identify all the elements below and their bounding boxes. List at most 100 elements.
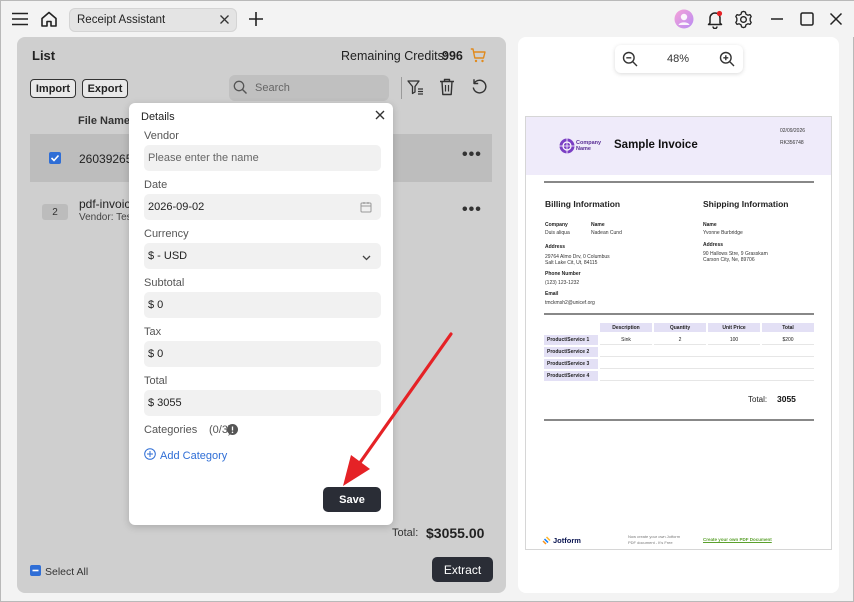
subtotal-label: Subtotal <box>144 277 185 289</box>
calendar-icon[interactable] <box>360 201 372 216</box>
subtotal-input[interactable]: $ 0 <box>144 292 381 318</box>
zoom-in-icon[interactable] <box>719 51 735 70</box>
row-checkbox-checked[interactable] <box>49 152 61 164</box>
minimize-icon[interactable] <box>767 9 787 29</box>
filter-icon[interactable] <box>407 79 424 99</box>
tab-receipt-assistant[interactable]: Receipt Assistant <box>69 8 237 32</box>
close-tab-icon[interactable] <box>219 14 230 28</box>
invoice-total-value: 3055 <box>777 394 796 404</box>
row-file-name: pdf-invoic <box>79 197 131 211</box>
list-total-value: $3055.00 <box>426 525 485 541</box>
import-button[interactable]: Import <box>30 79 76 98</box>
table-cell: 100 <box>708 335 760 345</box>
date-value: 2026-09-02 <box>148 201 205 213</box>
table-row-label: Product/Service 1 <box>544 335 598 345</box>
menu-icon[interactable] <box>10 10 30 28</box>
notification-bell-icon[interactable] <box>705 9 725 29</box>
table-row-label: Product/Service 2 <box>544 347 598 357</box>
toolbar-divider <box>401 77 402 99</box>
add-circle-icon[interactable] <box>144 448 156 463</box>
select-all-checkbox[interactable] <box>30 565 41 576</box>
billing-company-value: Duis aliqua <box>545 230 570 236</box>
zoom-control: 48% <box>615 45 743 73</box>
new-tab-icon[interactable] <box>247 10 265 28</box>
shipping-heading: Shipping Information <box>703 199 789 209</box>
extract-button[interactable]: Extract <box>432 557 493 582</box>
remaining-credits-value: 996 <box>442 49 463 63</box>
search-icon <box>233 80 248 98</box>
avatar[interactable] <box>674 9 694 29</box>
shipping-name-label: Name <box>703 222 717 228</box>
invoice-divider <box>544 181 814 183</box>
billing-heading: Billing Information <box>545 199 621 209</box>
gear-icon[interactable] <box>733 9 753 29</box>
search-input[interactable]: Search <box>229 75 389 101</box>
chevron-down-icon <box>362 252 371 264</box>
vendor-label: Vendor <box>144 130 179 142</box>
invoice-date: 02/09/2026 <box>780 128 806 134</box>
export-button[interactable]: Export <box>82 79 128 98</box>
footer-note-line1: Now create your own Jotform <box>628 534 681 539</box>
table-cell: 2 <box>654 335 706 345</box>
row-more-icon[interactable]: ••• <box>462 201 482 219</box>
date-input[interactable]: 2026-09-02 <box>144 194 381 220</box>
total-value: $ 3055 <box>148 397 182 409</box>
remaining-credits-label: Remaining Credits: <box>341 49 448 63</box>
tax-value: $ 0 <box>148 348 164 360</box>
list-total-label: Total: <box>392 527 419 539</box>
select-all-label: Select All <box>45 566 89 578</box>
company-logo-icon <box>559 138 575 157</box>
date-label: Date <box>144 179 168 191</box>
invoice-divider <box>544 313 814 315</box>
tax-label: Tax <box>144 326 162 338</box>
zoom-out-icon[interactable] <box>622 51 638 70</box>
cart-icon[interactable] <box>470 48 486 66</box>
trash-icon[interactable] <box>439 78 455 99</box>
list-title: List <box>32 48 56 63</box>
billing-email-value: tmckmsh2@unicef.org <box>545 300 595 306</box>
table-header-cell: Total <box>762 323 814 332</box>
table-header-cell: Quantity <box>654 323 706 332</box>
billing-address-line2: Salt Lake Cit, Ut, 84115 <box>545 260 598 266</box>
home-icon[interactable] <box>39 9 59 29</box>
shipping-name-value: Yvonne Burbridge <box>703 230 743 236</box>
invoice-title: Sample Invoice <box>614 139 698 151</box>
subtotal-value: $ 0 <box>148 299 164 311</box>
billing-phone-label: Phone Number <box>545 271 581 277</box>
close-window-icon[interactable] <box>826 9 846 29</box>
annotation-arrow-icon <box>343 332 453 486</box>
billing-company-label: Company <box>545 222 568 228</box>
table-cell: Sink <box>600 335 652 345</box>
jotform-logo-icon <box>542 536 551 548</box>
billing-address-label: Address <box>545 244 566 250</box>
total-label: Total <box>144 375 168 387</box>
shipping-address-line2: Carson City, Ne, 89706 <box>703 257 755 263</box>
row-vendor: Vendor: Tes <box>79 212 132 223</box>
table-row-label: Product/Service 4 <box>544 371 598 381</box>
invoice-total-label: Total: <box>748 395 768 404</box>
table-cell: $200 <box>762 335 814 345</box>
column-header-file-name: File Name <box>78 115 130 127</box>
footer-brand: Jotform <box>553 536 581 545</box>
table-header-cell: Unit Price <box>708 323 760 332</box>
footer-link[interactable]: Create your own PDF Document <box>703 537 772 542</box>
invoice-document: Company Name Sample Invoice 02/09/2026 R… <box>525 116 832 550</box>
table-row-label: Product/Service 3 <box>544 359 598 369</box>
currency-select[interactable]: $ - USD <box>144 243 381 269</box>
close-icon[interactable] <box>375 110 385 123</box>
currency-value: $ - USD <box>148 250 188 262</box>
vendor-placeholder: Please enter the name <box>148 152 259 164</box>
table-cell <box>600 347 814 357</box>
footer-note-line2: PDF document - It's Free <box>628 540 673 545</box>
invoice-number: RK356748 <box>780 140 804 146</box>
refresh-icon[interactable] <box>471 78 488 98</box>
search-placeholder: Search <box>255 82 290 94</box>
app-window: Receipt Assistant List Remaining Credits… <box>0 0 854 602</box>
add-category-link[interactable]: Add Category <box>160 450 227 462</box>
info-icon[interactable] <box>227 424 238 438</box>
maximize-icon[interactable] <box>797 9 817 29</box>
row-more-icon[interactable]: ••• <box>462 146 482 164</box>
vendor-input[interactable]: Please enter the name <box>144 145 381 171</box>
tab-title: Receipt Assistant <box>77 14 166 26</box>
invoice-divider <box>544 419 814 421</box>
